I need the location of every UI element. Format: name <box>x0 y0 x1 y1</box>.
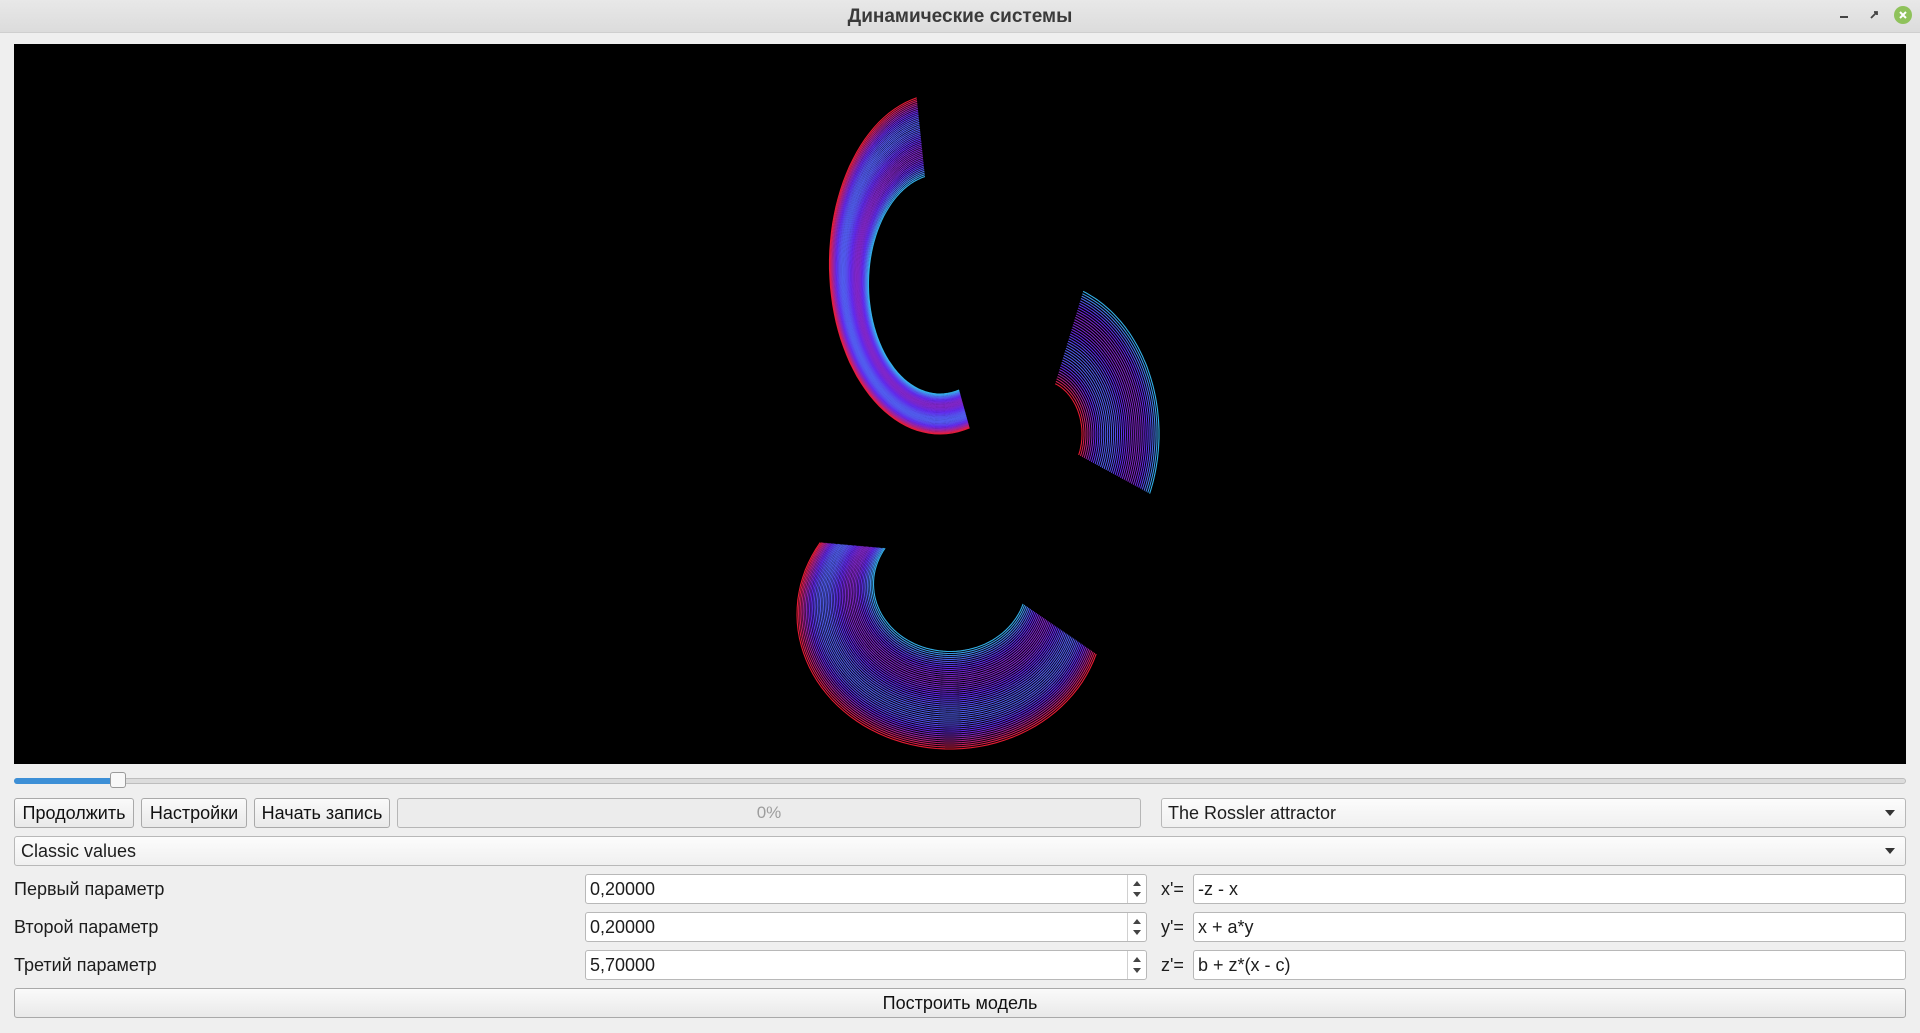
minimize-icon[interactable] <box>1836 7 1852 23</box>
param-label-third: Третий параметр <box>14 955 157 975</box>
start-recording-button[interactable]: Начать запись <box>254 798 390 828</box>
param-value-second: 0,20000 <box>590 917 656 937</box>
slider-track <box>14 778 1906 784</box>
chevron-down-icon <box>1885 848 1895 854</box>
equation-label-z: z'= <box>1161 955 1184 975</box>
rossler-attractor-render <box>796 97 1160 750</box>
attractor-viewport[interactable] <box>14 44 1906 764</box>
spin-down-icon[interactable] <box>1133 968 1141 973</box>
param-label-second: Второй параметр <box>14 917 159 937</box>
param-value-first: 0,20000 <box>590 879 656 899</box>
trajectory-line <box>872 547 1024 653</box>
restore-icon[interactable] <box>1866 7 1882 23</box>
preset-select[interactable]: Classic values <box>14 836 1906 866</box>
trajectory-line <box>1072 324 1132 480</box>
system-select[interactable]: The Rossler attractor <box>1161 798 1906 828</box>
continue-button[interactable]: Продолжить <box>14 798 134 828</box>
spin-up-icon[interactable] <box>1133 881 1141 886</box>
equation-label-x: x'= <box>1161 879 1184 899</box>
equation-input-y[interactable]: x + a*y <box>1193 912 1906 942</box>
param-input-third[interactable]: 5,70000 <box>585 950 1147 980</box>
param-label-first: Первый параметр <box>14 879 165 899</box>
preset-select-value: Classic values <box>21 841 137 861</box>
param-input-first[interactable]: 0,20000 <box>585 874 1147 904</box>
spin-up-icon[interactable] <box>1133 957 1141 962</box>
spin-arrows[interactable] <box>1127 913 1146 941</box>
equation-input-z[interactable]: b + z*(x - c) <box>1193 950 1906 980</box>
equation-label-y: y'= <box>1161 917 1184 937</box>
close-icon[interactable] <box>1894 6 1912 24</box>
spin-up-icon[interactable] <box>1133 919 1141 924</box>
build-model-button[interactable]: Построить модель <box>14 988 1906 1018</box>
slider-handle[interactable] <box>110 772 127 788</box>
param-input-second[interactable]: 0,20000 <box>585 912 1147 942</box>
system-select-value: The Rossler attractor <box>1168 803 1337 823</box>
timeline-slider[interactable] <box>14 772 1906 788</box>
chevron-down-icon <box>1885 810 1895 816</box>
spin-down-icon[interactable] <box>1133 892 1141 897</box>
trajectory-line <box>1054 383 1083 456</box>
window-title: Динамические системы <box>847 6 1073 27</box>
equation-input-x[interactable]: -z - x <box>1193 874 1906 904</box>
spin-arrows[interactable] <box>1127 875 1146 903</box>
recording-progress-bar: 0% <box>397 798 1141 828</box>
spin-arrows[interactable] <box>1127 951 1146 979</box>
window-titlebar: Динамические системы <box>0 0 1920 33</box>
spin-down-icon[interactable] <box>1133 930 1141 935</box>
slider-fill <box>14 778 119 784</box>
settings-button[interactable]: Настройки <box>141 798 247 828</box>
trajectory-line <box>796 542 1097 750</box>
param-value-third: 5,70000 <box>590 955 656 975</box>
